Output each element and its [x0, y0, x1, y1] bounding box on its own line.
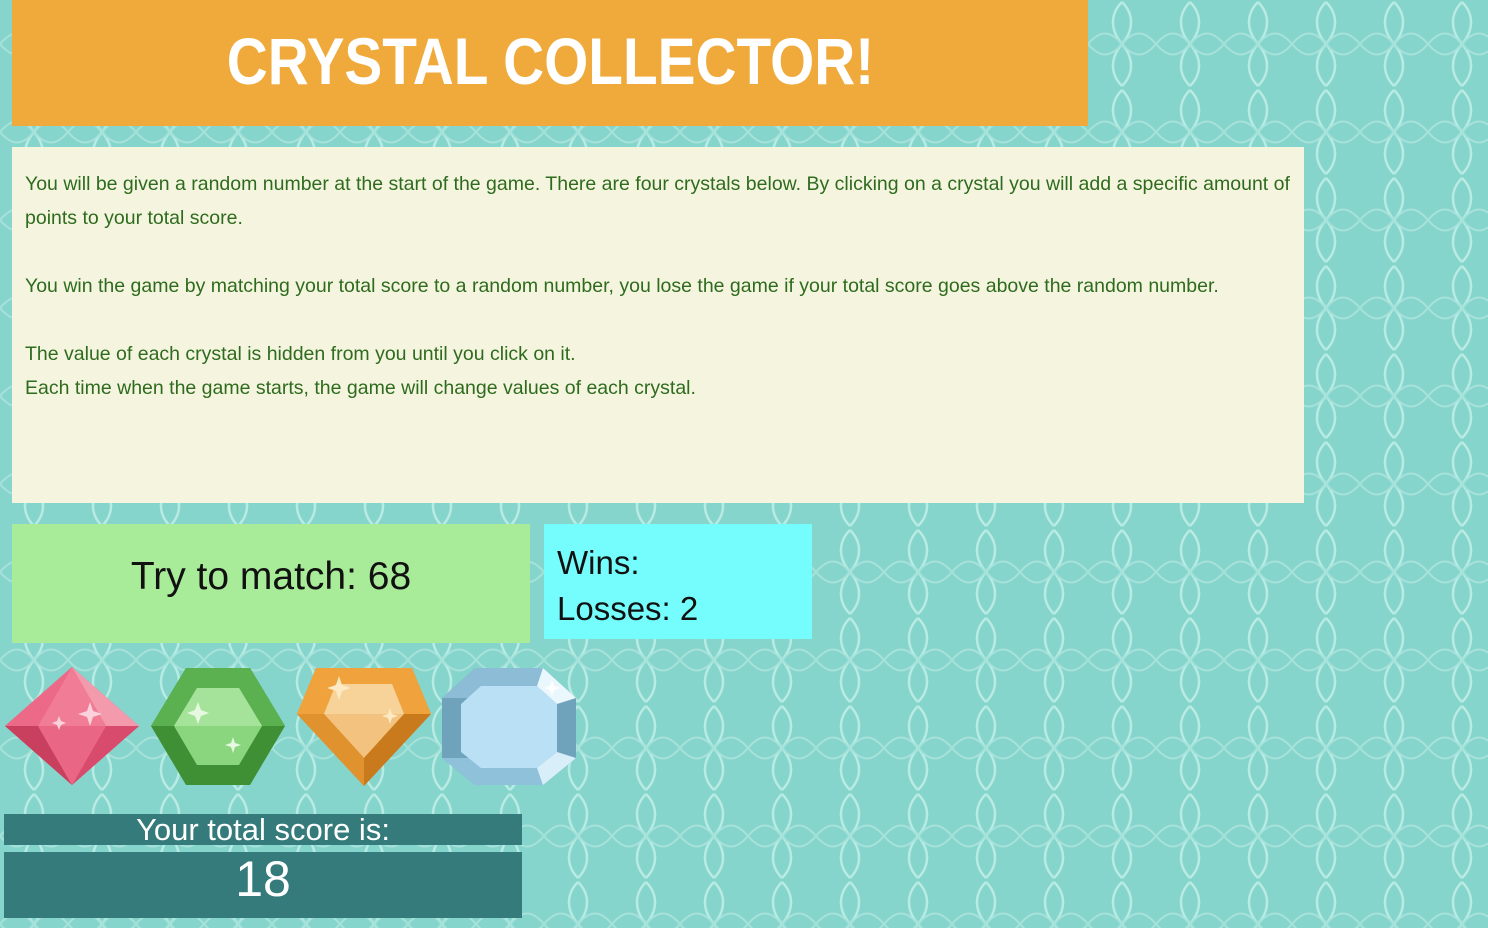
green-crystal-icon — [151, 668, 285, 785]
score-value-bar: 18 — [4, 852, 522, 918]
orange-crystal-icon — [297, 668, 431, 786]
target-number-label: Try to match: 68 — [130, 554, 412, 598]
score-label-bar: Your total score is: — [4, 814, 522, 845]
instructions-paragraph: You will be given a random number at the… — [25, 173, 1290, 229]
instructions-line: Each time when the game starts, the game… — [25, 377, 696, 399]
crystal-button-blue[interactable] — [439, 664, 579, 789]
crystal-button-red[interactable] — [2, 664, 142, 789]
instructions-panel: You will be given a random number at the… — [12, 147, 1304, 503]
instructions-line: The value of each crystal is hidden from… — [25, 343, 576, 365]
title-banner: CRYSTAL COLLECTOR! — [12, 0, 1088, 126]
instructions-paragraph: You win the game by matching your total … — [25, 275, 1219, 297]
stats-box: Wins: Losses: 2 — [544, 524, 812, 639]
score-label: Your total score is: — [136, 812, 390, 847]
losses-counter: Losses: 2 — [557, 590, 699, 627]
red-crystal-icon — [5, 667, 139, 785]
wins-counter: Wins: — [557, 544, 640, 581]
crystal-button-orange[interactable] — [294, 662, 434, 787]
blue-crystal-icon — [442, 668, 576, 785]
total-score-value: 18 — [235, 851, 291, 907]
target-number-box: Try to match: 68 — [12, 524, 530, 643]
page-title: CRYSTAL COLLECTOR! — [226, 24, 874, 98]
crystal-button-green[interactable] — [148, 664, 288, 789]
